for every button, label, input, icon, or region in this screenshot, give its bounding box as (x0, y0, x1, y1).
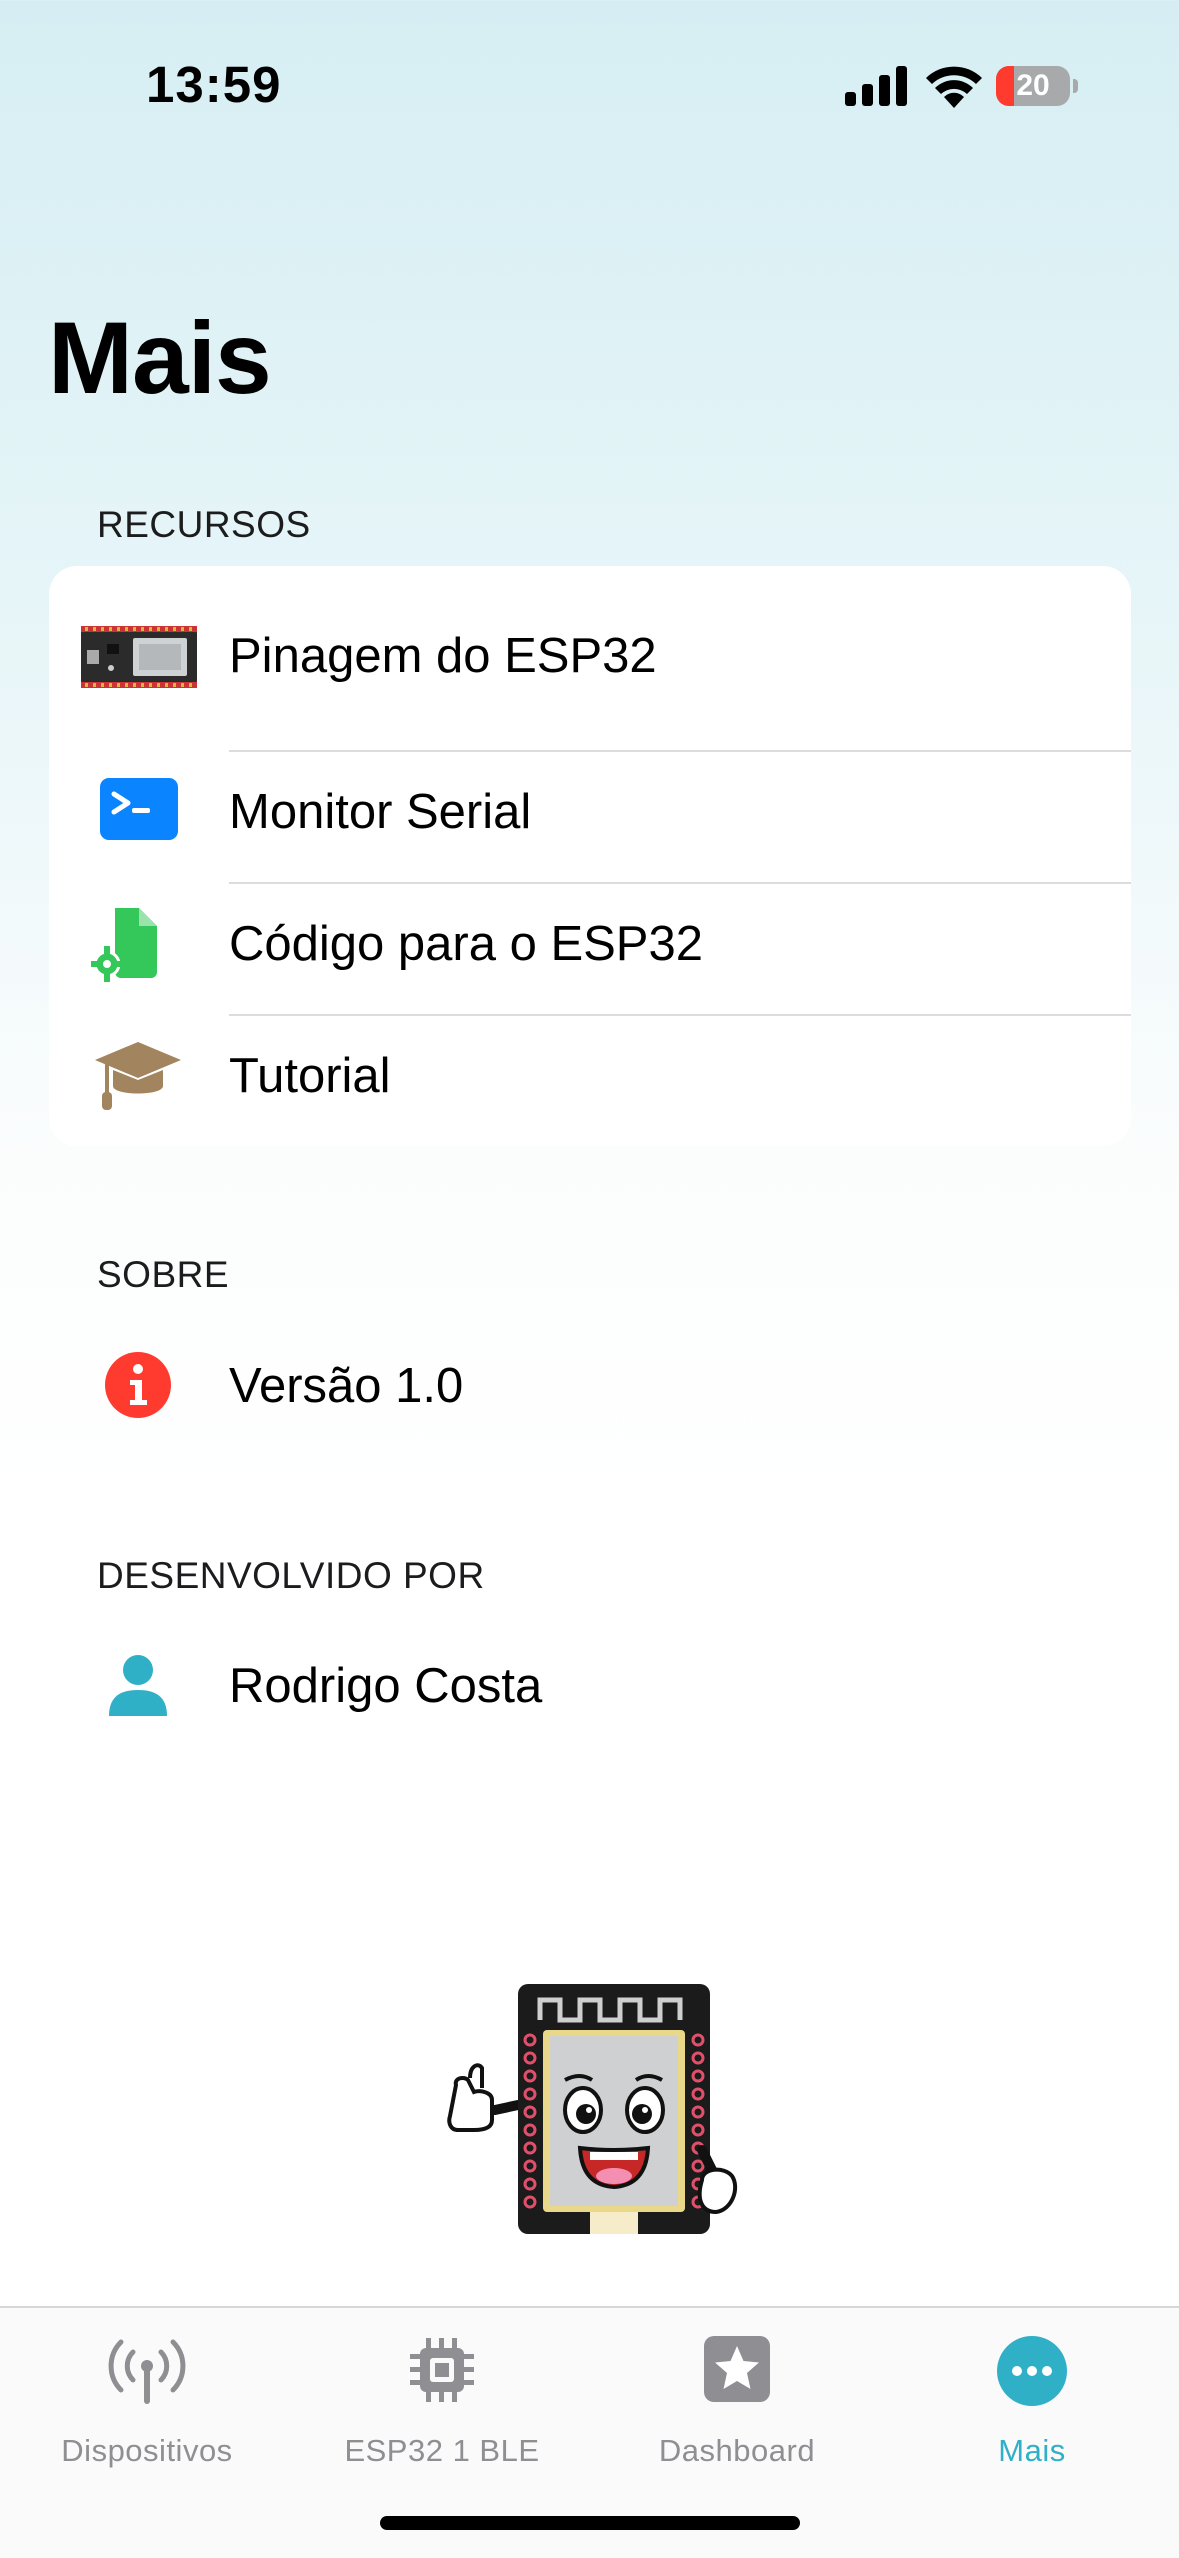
list-item-developer: Rodrigo Costa (49, 1630, 1131, 1740)
tab-esp32-ble[interactable]: ESP32 1 BLE (295, 2328, 589, 2468)
tab-mais[interactable]: Mais (885, 2328, 1179, 2468)
graduation-cap-icon (95, 1042, 181, 1110)
list-item-monitor-serial[interactable]: Monitor Serial (49, 752, 1131, 882)
home-indicator[interactable] (380, 2516, 800, 2530)
tab-label: Mais (998, 2433, 1066, 2468)
tab-label: Dispositivos (61, 2433, 233, 2468)
esp32-board-icon (81, 626, 197, 688)
star-square-icon (704, 2336, 770, 2402)
status-time: 13:59 (146, 56, 282, 113)
list-item-label: Rodrigo Costa (229, 1659, 543, 1713)
recursos-card: Pinagem do ESP32 Monitor Serial Código p… (49, 566, 1131, 1146)
list-item-label: Monitor Serial (229, 785, 532, 839)
cpu-icon (410, 2338, 474, 2402)
section-header-desenvolvido: DESENVOLVIDO POR (97, 1555, 485, 1596)
info-icon (105, 1352, 171, 1418)
list-item-pinagem[interactable]: Pinagem do ESP32 (49, 566, 1131, 750)
list-item-label: Código para o ESP32 (229, 917, 703, 971)
code-file-gear-icon (91, 908, 157, 982)
terminal-icon (100, 778, 178, 840)
section-header-recursos: RECURSOS (97, 504, 311, 545)
person-icon (109, 1655, 167, 1716)
list-item-label: Pinagem do ESP32 (229, 629, 657, 683)
tab-label: ESP32 1 BLE (344, 2433, 540, 2468)
tab-label: Dashboard (658, 2433, 816, 2468)
esp32-mascot-illustration (447, 1984, 738, 2234)
antenna-icon (108, 2339, 186, 2404)
page-title: Mais (48, 301, 272, 415)
wifi-icon (926, 66, 982, 108)
ellipsis-circle-icon (997, 2336, 1067, 2406)
tab-dispositivos[interactable]: Dispositivos (0, 2328, 294, 2468)
battery-percentage: 20 (1016, 69, 1050, 102)
list-item-label: Versão 1.0 (229, 1359, 464, 1413)
list-item-codigo[interactable]: Código para o ESP32 (49, 884, 1131, 1014)
tab-dashboard[interactable]: Dashboard (590, 2328, 884, 2468)
list-item-versao: Versão 1.0 (49, 1330, 1131, 1440)
list-item-label: Tutorial (229, 1049, 391, 1103)
section-header-sobre: SOBRE (97, 1254, 230, 1295)
list-item-tutorial[interactable]: Tutorial (49, 1016, 1131, 1146)
battery-indicator: 20 (996, 66, 1078, 106)
cellular-signal-icon (845, 66, 907, 106)
